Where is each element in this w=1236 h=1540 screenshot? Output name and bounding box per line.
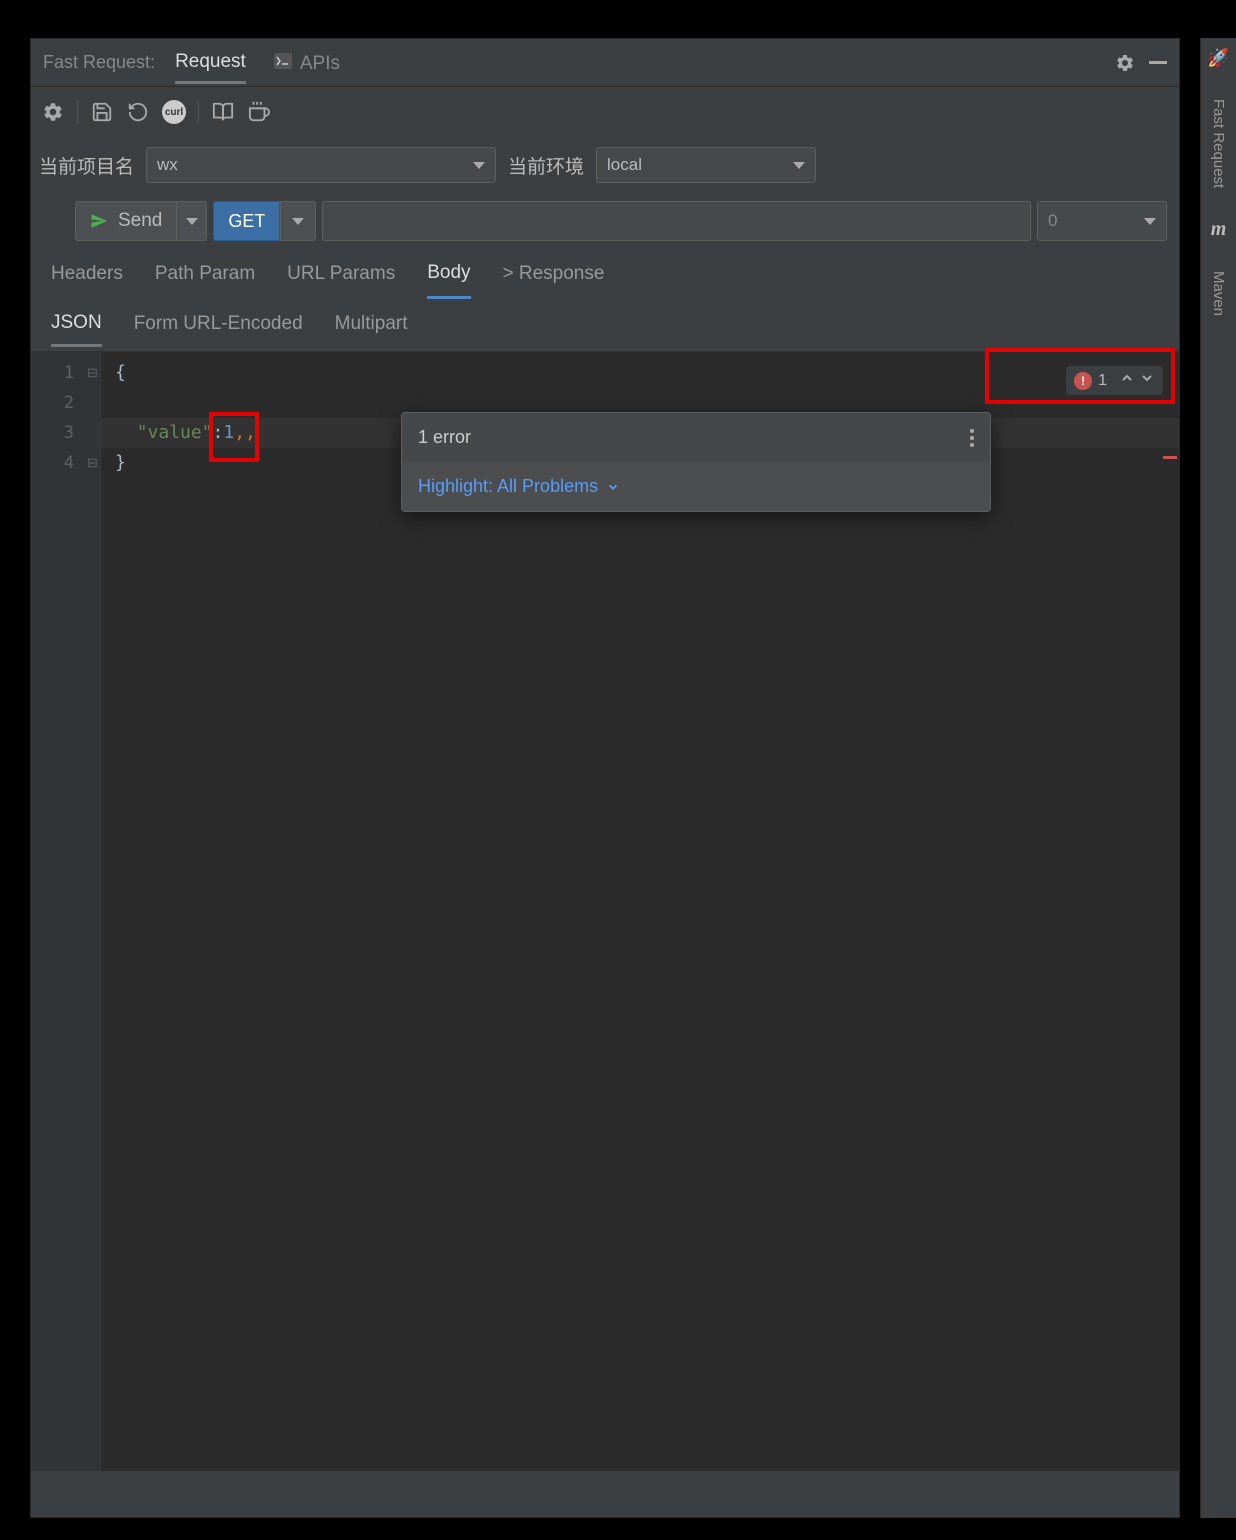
project-value: wx xyxy=(157,155,178,175)
tab-apis-label: APIs xyxy=(300,53,340,75)
inspection-tooltip: 1 error Highlight: All Problems xyxy=(401,412,991,512)
status-dropdown[interactable]: 0 xyxy=(1037,201,1167,241)
tab-url-params[interactable]: URL Params xyxy=(287,251,395,297)
fast-request-panel: Fast Request: Request APIs xyxy=(30,38,1180,1518)
tool-window-title: Fast Request: xyxy=(43,52,155,73)
gear-icon[interactable] xyxy=(41,100,65,124)
chevron-down-icon xyxy=(606,480,620,494)
fold-gutter: ⊟ ⊟ xyxy=(87,358,98,478)
separator xyxy=(198,100,199,124)
tooltip-title: 1 error xyxy=(418,427,471,448)
top-tabs: Request APIs xyxy=(175,41,1113,84)
tab-request[interactable]: Request xyxy=(175,41,246,84)
tab-headers[interactable]: Headers xyxy=(51,251,123,297)
refresh-icon[interactable] xyxy=(126,100,150,124)
highlight-label: Highlight: All Problems xyxy=(418,476,598,497)
highlight-level-link[interactable]: Highlight: All Problems xyxy=(402,462,990,511)
chevron-down-icon xyxy=(292,218,304,225)
right-tool-strip: 🚀 Fast Request m Maven xyxy=(1200,38,1236,1518)
subtab-json[interactable]: JSON xyxy=(51,302,102,347)
method-dropdown-arrow[interactable] xyxy=(280,201,316,241)
sidebar-maven[interactable]: Maven xyxy=(1210,271,1227,316)
terminal-icon xyxy=(274,53,292,75)
fold-icon[interactable]: ⊟ xyxy=(87,358,98,388)
tooltip-header: 1 error xyxy=(402,413,990,462)
fold-icon[interactable]: ⊟ xyxy=(87,448,98,478)
project-label: 当前项目名 xyxy=(39,152,134,179)
send-label: Send xyxy=(118,210,162,232)
body-subtabs: JSON Form URL-Encoded Multipart xyxy=(31,299,1179,349)
url-input[interactable] xyxy=(322,201,1031,241)
env-value: local xyxy=(607,155,642,175)
tab-response[interactable]: > Response xyxy=(503,251,605,297)
send-icon xyxy=(90,212,108,230)
save-icon[interactable] xyxy=(90,100,114,124)
project-env-row: 当前项目名 wx 当前环境 local xyxy=(31,137,1179,193)
tab-apis[interactable]: APIs xyxy=(274,41,340,84)
annotation-box-error-chars xyxy=(209,412,259,462)
env-dropdown[interactable]: local xyxy=(596,147,816,183)
book-icon[interactable] xyxy=(211,100,235,124)
rocket-icon[interactable]: 🚀 xyxy=(1207,48,1229,69)
kebab-menu-icon[interactable] xyxy=(970,429,974,447)
subtab-multipart[interactable]: Multipart xyxy=(335,303,408,345)
request-tabs: Headers Path Param URL Params Body > Res… xyxy=(31,249,1179,299)
send-row: Send GET 0 xyxy=(31,193,1179,249)
http-method-dropdown[interactable]: GET xyxy=(213,201,280,241)
tab-body[interactable]: Body xyxy=(427,250,470,299)
coffee-icon[interactable] xyxy=(247,100,271,124)
curl-icon[interactable]: curl xyxy=(162,100,186,124)
minimize-button[interactable] xyxy=(1149,61,1167,64)
tool-window-header: Fast Request: Request APIs xyxy=(31,39,1179,87)
settings-icon[interactable] xyxy=(1113,51,1137,75)
status-code: 0 xyxy=(1048,211,1057,231)
toolbar: curl xyxy=(31,87,1179,137)
separator xyxy=(77,100,78,124)
sidebar-fast-request[interactable]: Fast Request xyxy=(1210,99,1227,188)
chevron-down-icon xyxy=(186,218,198,225)
error-stripe-mark[interactable] xyxy=(1163,456,1177,459)
send-dropdown-arrow[interactable] xyxy=(177,201,207,241)
subtab-form-url-encoded[interactable]: Form URL-Encoded xyxy=(134,303,303,345)
tab-path-param[interactable]: Path Param xyxy=(155,251,255,297)
chevron-down-icon xyxy=(473,162,485,169)
project-dropdown[interactable]: wx xyxy=(146,147,496,183)
json-editor[interactable]: 1 2 3 4 ⊟ ⊟ { "value":1,, } ! 1 xyxy=(31,351,1179,1471)
chevron-down-icon xyxy=(793,162,805,169)
env-label: 当前环境 xyxy=(508,152,584,179)
chevron-down-icon xyxy=(1144,218,1156,225)
send-button[interactable]: Send xyxy=(75,201,177,241)
annotation-box-error-badge xyxy=(985,348,1175,404)
method-value: GET xyxy=(228,211,265,232)
maven-icon[interactable]: m xyxy=(1211,218,1227,241)
line-gutter: 1 2 3 4 xyxy=(31,352,101,1471)
